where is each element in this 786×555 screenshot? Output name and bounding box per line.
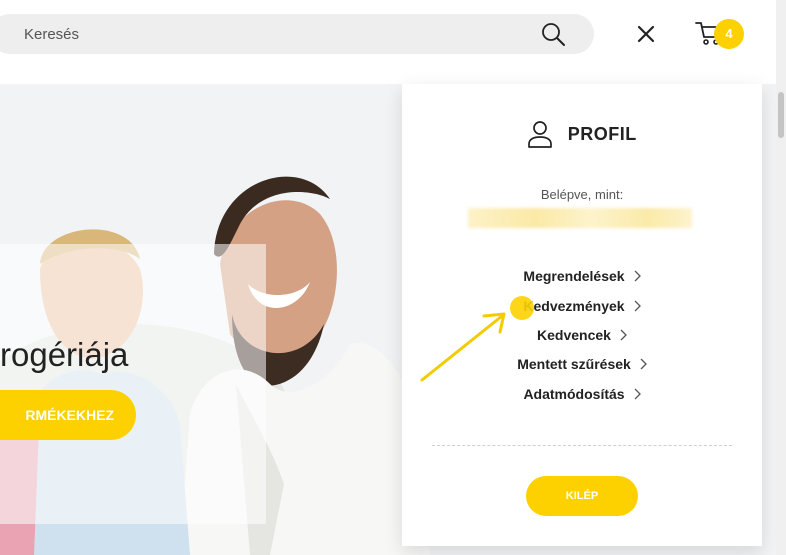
profile-header: PROFIL: [402, 120, 762, 148]
menu-item-label: Megrendelések: [523, 268, 625, 285]
profile-title: PROFIL: [567, 123, 637, 144]
menu-item-orders[interactable]: Megrendelések: [402, 267, 762, 296]
user-icon: [527, 120, 553, 148]
panel-tab-connector: [621, 54, 671, 86]
search-input[interactable]: [14, 14, 494, 54]
chevron-right-icon: [640, 359, 647, 370]
chevron-right-icon: [634, 388, 641, 400]
chevron-right-icon: [634, 270, 641, 282]
logged-in-label: Belépve, mint:: [540, 187, 624, 202]
menu-item-label: Adatmódosítás: [523, 385, 625, 402]
close-icon[interactable]: [632, 20, 660, 48]
hero-title: rogériája: [0, 336, 129, 373]
menu-item-label: Mentett szűrések: [517, 356, 631, 373]
cart-count-badge: 4: [714, 19, 744, 49]
redacted-email: [468, 208, 692, 228]
cart-button[interactable]: 4: [694, 18, 750, 52]
menu-item-label: Kedvezmények: [523, 297, 625, 314]
logout-button[interactable]: KILÉP: [526, 476, 638, 516]
hero-cta-button[interactable]: RMÉKEKHEZ: [0, 390, 136, 440]
page-scrollbar[interactable]: [776, 0, 786, 555]
hero-overlay-box: [0, 244, 266, 524]
menu-item-edit-profile[interactable]: Adatmódosítás: [402, 385, 762, 414]
search-bar: [0, 14, 594, 54]
annotation-arrow-icon: [420, 312, 506, 382]
chevron-right-icon: [620, 329, 627, 341]
search-icon[interactable]: [540, 21, 566, 47]
menu-item-label: Kedvencek: [537, 327, 611, 344]
menu-divider: [432, 445, 732, 446]
chevron-right-icon: [634, 300, 641, 312]
scrollbar-thumb[interactable]: [778, 92, 784, 138]
